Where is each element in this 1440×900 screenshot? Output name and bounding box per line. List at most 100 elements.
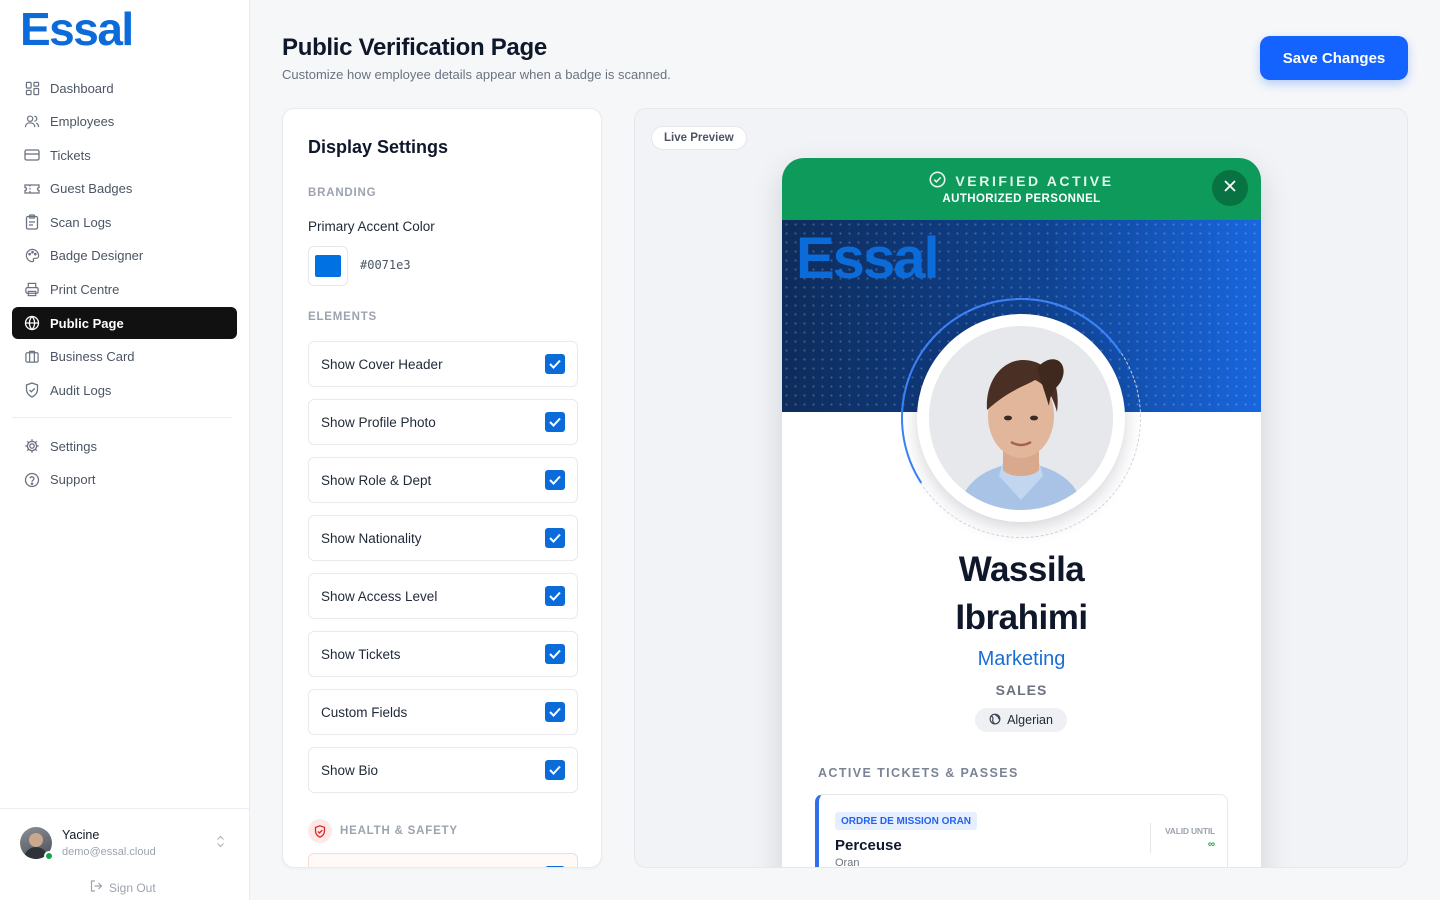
checkbox-checked[interactable] [545,702,565,722]
sidebar-item-audit-logs[interactable]: Audit Logs [12,374,237,406]
toggle-show-nationality[interactable]: Show Nationality [308,515,578,561]
log-out-icon [90,880,103,895]
health-safety-section-label: HEALTH & SAFETY [308,819,458,843]
checkbox-checked[interactable] [545,760,565,780]
ticket-type-tag: ORDRE DE MISSION ORAN [835,812,978,830]
printer-icon [24,282,40,298]
checkbox-checked[interactable] [545,354,565,374]
sidebar-item-label: Employees [50,114,115,130]
help-circle-icon [24,472,40,488]
sidebar-item-business-card[interactable]: Business Card [12,341,237,373]
ticket-valid-until-label: VALID UNTIL [1164,826,1215,836]
sign-out-label: Sign Out [109,880,156,895]
branding-section-label: BRANDING [308,187,377,199]
sidebar-item-settings[interactable]: Settings [12,430,237,462]
sidebar-item-tickets[interactable]: Tickets [12,139,237,171]
accent-color-label: Primary Accent Color [308,219,435,234]
checkbox-checked[interactable] [545,586,565,606]
gear-icon [24,438,40,454]
sign-out-button[interactable]: Sign Out [90,880,156,895]
chevron-up-down-icon[interactable] [216,835,225,849]
toggle-show-tickets[interactable]: Show Tickets [308,631,578,677]
toggle-label: Show Tickets [321,646,401,662]
toggle-show-cover-header[interactable]: Show Cover Header [308,341,578,387]
sidebar-item-public-page[interactable]: Public Page [12,307,237,340]
checkbox-checked[interactable] [545,470,565,490]
sidebar-item-label: Public Page [50,315,124,331]
check-circle-icon [929,171,946,191]
sidebar-item-label: Business Card [50,349,135,365]
users-icon [24,114,40,130]
globe-icon [24,315,40,331]
toggle-label: Show Access Level [321,588,438,604]
clipboard-icon [24,214,40,231]
toggle-label: Show Cover Header [321,356,443,372]
accent-color-hex: #0071e3 [360,258,411,272]
accent-color-picker[interactable] [308,246,348,286]
toggle-label: Custom Fields [321,704,408,720]
authorized-personnel-text: AUTHORIZED PERSONNEL [942,193,1101,205]
sidebar-item-label: Scan Logs [50,214,112,230]
verified-status-text: VERIFIED ACTIVE [955,173,1114,189]
verified-status-title: VERIFIED ACTIVE [782,171,1261,191]
toggle-label: Show Bio [321,762,379,778]
sidebar-item-label: Audit Logs [50,382,112,398]
checkbox-checked[interactable] [545,644,565,664]
ticket-title: Perceuse [835,837,902,854]
checkbox-checked[interactable] [545,528,565,548]
user-profile[interactable]: Yacine demo@essal.cloud Sign Out [0,808,249,900]
toggle-show-bio[interactable]: Show Bio [308,747,578,793]
ticket-card[interactable]: ORDRE DE MISSION ORAN Perceuse Oran VALI… [815,794,1228,868]
close-preview-button[interactable] [1212,170,1248,206]
sidebar-item-support[interactable]: Support [12,464,237,496]
save-changes-button[interactable]: Save Changes [1260,36,1408,80]
page-subtitle: Customize how employee details appear wh… [282,67,671,82]
page-title: Public Verification Page [282,34,547,61]
close-icon [1224,179,1236,197]
active-tickets-label: ACTIVE TICKETS & PASSES [818,766,1019,780]
sidebar-secondary-nav: Settings Support [12,430,237,497]
toggle-show-profile-photo[interactable]: Show Profile Photo [308,399,578,445]
display-settings-panel: Display Settings BRANDING Primary Accent… [282,108,602,868]
sidebar-item-employees[interactable]: Employees [12,106,237,138]
app-logo[interactable]: Essal [20,4,134,54]
health-safety-toggle[interactable] [308,853,578,867]
sidebar-item-print-centre[interactable]: Print Centre [12,274,237,306]
toggle-show-access-level[interactable]: Show Access Level [308,573,578,619]
globe-icon [989,713,1001,728]
employee-first-name: Wassila [958,550,1085,589]
sidebar-item-label: Dashboard [50,80,114,96]
shield-icon [24,382,40,399]
verification-card: VERIFIED ACTIVE AUTHORIZED PERSONNEL Ess… [782,158,1261,868]
panel-title: Display Settings [308,137,449,157]
ticket-location: Oran [835,857,860,868]
toggle-label: Show Role & Dept [321,472,432,488]
checkbox-checked[interactable] [545,412,565,432]
sidebar-item-guest-badges[interactable]: Guest Badges [12,173,237,205]
toggle-custom-fields[interactable]: Custom Fields [308,689,578,735]
toggle-show-role-dept[interactable]: Show Role & Dept [308,457,578,503]
checkbox-checked[interactable] [545,866,565,867]
toggle-label: Show Nationality [321,530,422,546]
accent-color-swatch [315,255,341,277]
employee-last-name: Ibrahimi [955,598,1088,637]
sidebar-item-dashboard[interactable]: Dashboard [12,72,237,104]
sidebar-item-label: Settings [50,438,97,454]
employee-role: Marketing [977,648,1066,670]
online-status-dot [44,851,54,861]
elements-section-label: ELEMENTS [308,311,378,323]
palette-icon [24,248,40,264]
sidebar-item-scan-logs[interactable]: Scan Logs [12,206,237,238]
user-name: Yacine [62,828,100,842]
sidebar-item-label: Print Centre [50,282,120,298]
sidebar-item-badge-designer[interactable]: Badge Designer [12,240,237,272]
badge-icon [24,181,40,197]
toggle-label: Show Profile Photo [321,414,436,430]
health-safety-label: HEALTH & SAFETY [340,825,458,837]
live-preview-badge: Live Preview [651,126,747,150]
sidebar-item-label: Support [50,472,96,488]
sidebar-nav: Dashboard Employees Tickets Guest Badges… [12,72,237,408]
live-preview-panel: Live Preview VERIFIED ACTIVE AUTHORIZED … [634,108,1408,868]
dashboard-grid-icon [24,80,40,96]
ticket-icon [24,147,40,163]
